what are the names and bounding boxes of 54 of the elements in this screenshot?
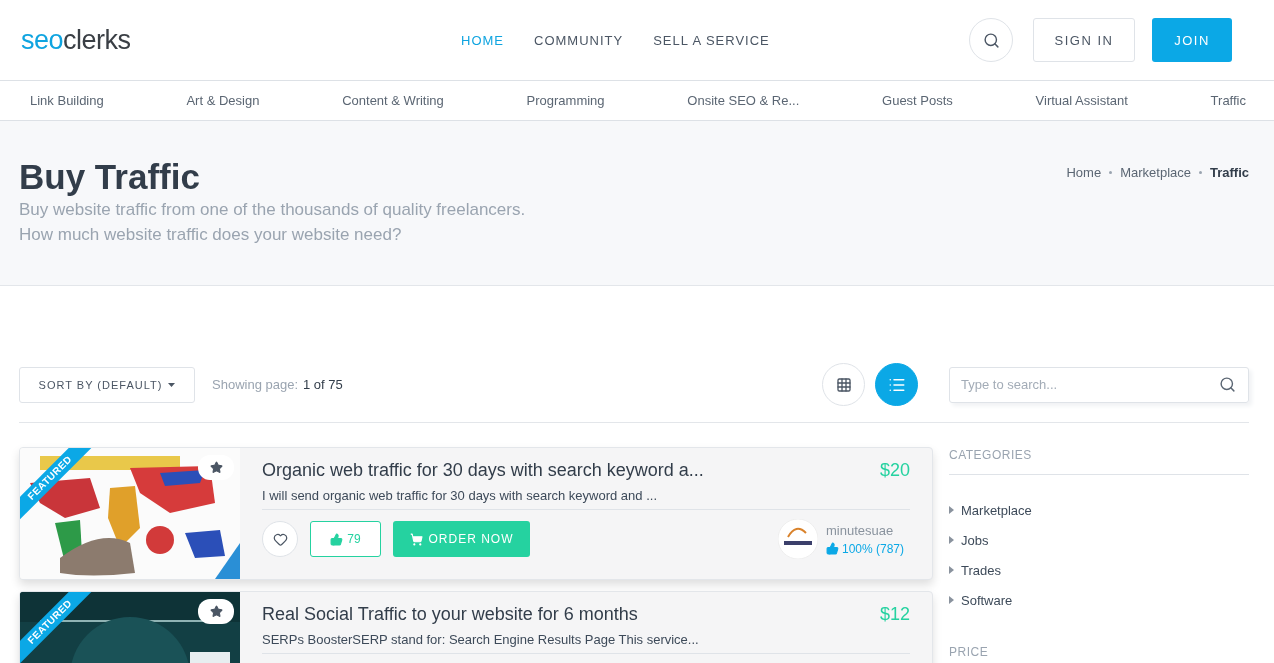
- caret-icon: [949, 506, 954, 514]
- grid-icon: [835, 376, 852, 393]
- thumbs-up-icon: [330, 532, 344, 546]
- sidebar-heading: CATEGORIES: [949, 448, 1033, 464]
- sidebar-category-link[interactable]: Jobs: [949, 525, 1249, 555]
- thumbs-up-icon: [825, 542, 839, 555]
- search-button[interactable]: [969, 18, 1013, 62]
- star-icon: [209, 461, 223, 474]
- category-link[interactable]: Programming: [526, 93, 605, 108]
- showing-label: Showing page:: [212, 377, 298, 392]
- listing-description: SERPs BoosterSERP stand for: Search Engine Results Page This service...: [262, 632, 910, 654]
- category-link[interactable]: Virtual Assistant: [1035, 93, 1128, 108]
- sidebar-category-link[interactable]: Marketplace: [949, 495, 1249, 525]
- nav-link[interactable]: SELL A SERVICE: [653, 32, 770, 48]
- breadcrumb-link[interactable]: Home: [1066, 164, 1102, 180]
- like-button[interactable]: [262, 521, 298, 557]
- category-link[interactable]: Onsite SEO & Re...: [687, 93, 800, 108]
- search-icon: [982, 31, 1000, 49]
- sign-in-button[interactable]: SIGN IN: [1033, 18, 1135, 62]
- listing-description: I will send organic web traffic for 30 days with search keyword and ...: [262, 488, 910, 510]
- caret-icon: [168, 382, 176, 387]
- heart-icon: [272, 531, 288, 547]
- breadcrumb-link[interactable]: Traffic: [1210, 164, 1249, 180]
- category-link[interactable]: Guest Posts: [882, 93, 953, 108]
- category-link[interactable]: Art & Design: [186, 93, 260, 108]
- listing-price: $20: [879, 459, 910, 481]
- nav-link[interactable]: COMMUNITY: [534, 32, 624, 48]
- breadcrumb-link[interactable]: Marketplace: [1120, 164, 1191, 180]
- category-link[interactable]: Content & Writing: [342, 93, 444, 108]
- listing-title[interactable]: Real Social Traffic to your website for 6 months: [262, 602, 638, 626]
- category-link[interactable]: Link Building: [30, 93, 104, 108]
- page-subtitle: Buy website traffic from one of the thousands of quality freelancers.: [19, 199, 526, 221]
- caret-icon: [949, 536, 954, 544]
- grid-view-button[interactable]: [822, 363, 865, 406]
- search-field[interactable]: Type to search...: [949, 366, 1249, 403]
- caret-icon: [949, 566, 954, 574]
- logo[interactable]: seoclerks: [21, 24, 461, 56]
- category-link[interactable]: Traffic: [1210, 93, 1246, 108]
- seller-rating: 100% (787): [841, 541, 904, 556]
- sidebar-category-link[interactable]: Software: [949, 585, 1249, 615]
- star-icon: [209, 605, 223, 618]
- caret-icon: [949, 596, 954, 604]
- listing-title[interactable]: Organic web traffic for 30 days with search keyword a...: [262, 458, 704, 482]
- sidebar-category-link[interactable]: Trades: [949, 555, 1249, 585]
- page-subtitle: How much website traffic does your website need?: [19, 224, 403, 246]
- list-view-button[interactable]: [875, 363, 918, 406]
- page-count: 1 of 75: [303, 377, 344, 392]
- sort-dropdown[interactable]: SORT BY (DEFAULT): [19, 366, 195, 403]
- listing-price: $12: [879, 603, 910, 625]
- sidebar-heading: PRICE: [949, 645, 990, 661]
- cart-icon: [409, 532, 423, 546]
- page-title: Buy Traffic: [19, 157, 201, 197]
- seller-avatar[interactable]: [777, 519, 818, 559]
- search-icon[interactable]: [1219, 376, 1236, 393]
